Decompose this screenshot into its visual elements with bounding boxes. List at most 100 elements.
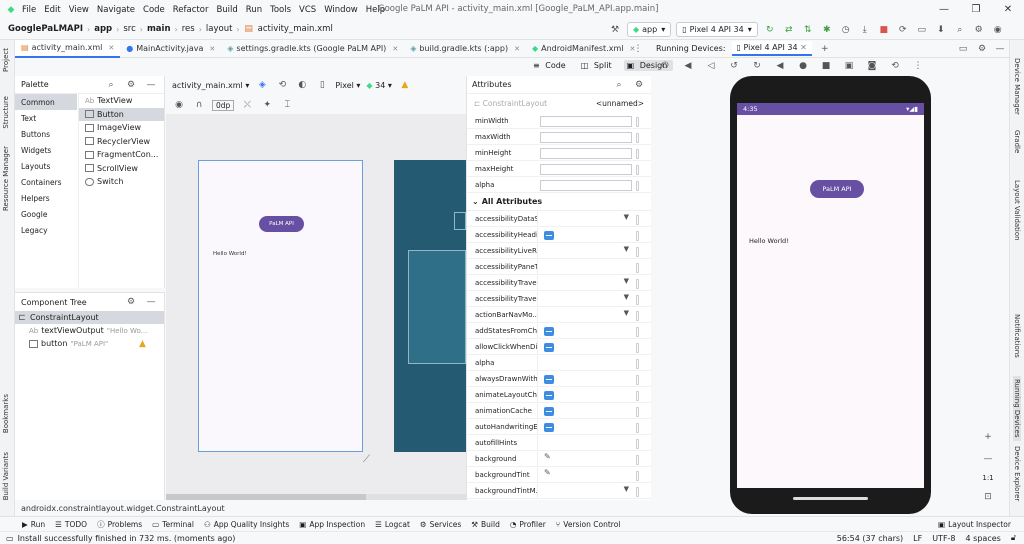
attribute-value-field[interactable] (540, 163, 632, 175)
attribute-flag[interactable] (636, 374, 639, 385)
close-tab-icon[interactable]: ✕ (108, 44, 114, 52)
palette-category[interactable]: Buttons (15, 126, 77, 142)
palette-item[interactable]: Button (79, 107, 164, 121)
guidelines-icon[interactable]: ⌶ (280, 98, 294, 112)
tree-node-textview[interactable]: Ab textViewOutput "Hello Wo... (15, 324, 164, 337)
orientation-icon[interactable]: ⟲ (275, 78, 289, 92)
project-tool-button[interactable]: Project (2, 48, 10, 72)
attribute-flag[interactable] (636, 262, 639, 273)
zoom-out-icon[interactable]: — (981, 452, 995, 466)
boolean-toggle[interactable] (544, 374, 554, 384)
gear-icon[interactable]: ⚙ (124, 295, 138, 309)
zoom-actual-size-button[interactable]: 1:1 (982, 474, 993, 482)
gear-icon[interactable]: ⚙ (632, 78, 646, 92)
palette-category[interactable]: Text (15, 110, 77, 126)
attribute-flag[interactable] (636, 326, 639, 337)
default-margin-field[interactable]: 0dp (212, 99, 235, 111)
home-icon[interactable]: ● (796, 59, 810, 73)
menu-file[interactable]: File (18, 5, 40, 15)
attribute-flag[interactable] (636, 454, 639, 465)
debug-icon[interactable]: ✱ (820, 23, 834, 37)
attribute-flag[interactable] (636, 470, 639, 481)
overview-icon[interactable]: ■ (819, 59, 833, 73)
attribute-value-field[interactable] (540, 147, 632, 159)
sdk-icon[interactable]: ⬇ (934, 23, 948, 37)
device-icon[interactable]: ▯ (315, 78, 329, 92)
sync-icon[interactable]: ⟳ (896, 23, 910, 37)
volume-down-icon[interactable]: ◁ (704, 59, 718, 73)
boolean-toggle[interactable] (544, 390, 554, 400)
tab-build-gradle[interactable]: ◈ build.gradle.kts (:app) ✕ (404, 40, 526, 58)
api-dropdown[interactable]: ◆ 34 ▾ (366, 81, 391, 90)
eye-icon[interactable]: ◉ (172, 98, 186, 112)
breadcrumb-main[interactable]: main (145, 24, 173, 34)
attribute-flag[interactable] (636, 358, 639, 369)
search-icon[interactable]: ⌕ (953, 23, 967, 37)
eyedropper-icon[interactable]: ✎ (544, 452, 551, 461)
tab-activity-main[interactable]: ▤ activity_main.xml ✕ (15, 39, 121, 58)
menu-code[interactable]: Code (139, 5, 169, 15)
layout-inspector-tool-button[interactable]: ▣ Layout Inspector (938, 520, 1011, 529)
snapshot-icon[interactable]: ⟲ (888, 59, 902, 73)
gear-icon[interactable]: ⚙ (972, 23, 986, 37)
palette-item[interactable]: FragmentCon... (79, 148, 164, 162)
minimize-panel-icon[interactable]: — (144, 78, 158, 92)
attribute-flag[interactable] (636, 486, 639, 497)
screenrecord-icon[interactable]: ◙ (865, 59, 879, 73)
search-icon[interactable]: ⌕ (612, 78, 626, 92)
boolean-toggle[interactable] (544, 230, 554, 240)
app-palm-button[interactable]: PaLM API (810, 180, 864, 198)
infer-constraints-icon[interactable]: ✦ (260, 98, 274, 112)
device-manager-tool-button[interactable]: Device Manager (1013, 58, 1021, 115)
line-separator[interactable]: LF (913, 534, 922, 543)
boolean-toggle[interactable] (544, 422, 554, 432)
gradle-tool-button[interactable]: Gradle (1013, 130, 1021, 153)
app-inspection-tool-button[interactable]: ▣ App Inspection (299, 520, 365, 529)
todo-tool-button[interactable]: ☰ TODO (55, 520, 87, 529)
close-icon[interactable]: ✕ (992, 4, 1024, 15)
dropdown-arrow-icon[interactable]: ▼ (624, 293, 629, 301)
night-mode-icon[interactable]: ◐ (295, 78, 309, 92)
attribute-flag[interactable] (636, 148, 639, 159)
clear-constraints-icon[interactable]: ⤬ (240, 98, 254, 112)
device-explorer-tool-button[interactable]: Device Explorer (1013, 446, 1021, 501)
close-tab-icon[interactable]: ✕ (392, 45, 398, 53)
tab-android-manifest[interactable]: ◆ AndroidManifest.xml ✕ (526, 40, 641, 58)
breadcrumb-project[interactable]: GooglePaLMAPI (6, 24, 85, 34)
attribute-flag[interactable] (636, 214, 639, 225)
logcat-tool-button[interactable]: ☰ Logcat (375, 520, 410, 529)
palette-category[interactable]: Layouts (15, 158, 77, 174)
attributes-id-value[interactable]: <unnamed> (596, 99, 644, 108)
boolean-toggle[interactable] (544, 342, 554, 352)
tab-settings-gradle[interactable]: ◈ settings.gradle.kts (Google PaLM API) ✕ (221, 40, 404, 58)
gear-icon[interactable]: ⚙ (124, 78, 138, 92)
run-config-dropdown[interactable]: ◆ app ▾ (627, 22, 672, 37)
palette-category[interactable]: Google (15, 206, 77, 222)
rotate-right-icon[interactable]: ↻ (750, 59, 764, 73)
gear-icon[interactable]: ⚙ (975, 42, 989, 56)
search-icon[interactable]: ⌕ (104, 78, 118, 92)
palette-category[interactable]: Helpers (15, 190, 77, 206)
layout-validation-tool-button[interactable]: Layout Validation (1013, 180, 1021, 241)
warning-icon[interactable]: ▲ (398, 78, 412, 92)
attribute-flag[interactable] (636, 294, 639, 305)
all-attributes-header[interactable]: ⌄ All Attributes (467, 193, 651, 211)
dropdown-arrow-icon[interactable]: ▼ (624, 277, 629, 285)
close-tab-icon[interactable]: ✕ (514, 45, 520, 53)
attribute-flag[interactable] (636, 116, 639, 127)
palette-category[interactable]: Common (15, 94, 77, 110)
terminal-tool-button[interactable]: ▭ Terminal (152, 520, 194, 529)
run-tool-button[interactable]: ▶ Run (22, 520, 45, 529)
boolean-toggle[interactable] (544, 326, 554, 336)
resource-manager-tool-button[interactable]: Resource Manager (2, 146, 10, 211)
design-preview-screen[interactable]: PaLM API Hello World! (198, 160, 363, 452)
build-variants-tool-button[interactable]: Build Variants (2, 452, 10, 500)
apply-code-icon[interactable]: ⇅ (801, 23, 815, 37)
palette-item[interactable]: Switch (79, 175, 164, 189)
more-tabs-icon[interactable]: ⋮ (631, 42, 645, 56)
attach-debugger-icon[interactable]: ⤓ (858, 23, 872, 37)
palette-category[interactable]: Widgets (15, 142, 77, 158)
palette-item[interactable]: ScrollView (79, 162, 164, 176)
problems-tool-button[interactable]: ⓘ Problems (97, 519, 142, 530)
attribute-flag[interactable] (636, 278, 639, 289)
